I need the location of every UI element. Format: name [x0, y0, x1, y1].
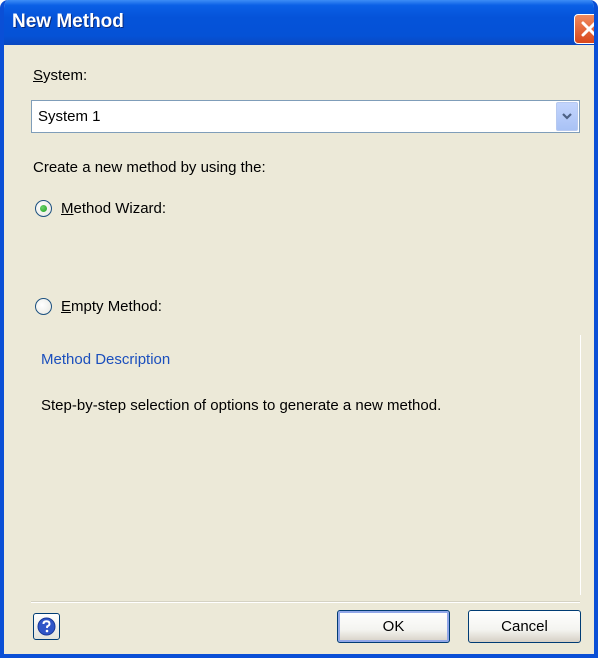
method-description-text: Step-by-step selection of options to gen… — [41, 397, 442, 414]
empty-method-label[interactable]: Empty Method: — [61, 298, 162, 315]
method-wizard-label[interactable]: Method Wizard: — [61, 200, 166, 217]
system-dropdown-button[interactable] — [556, 102, 578, 131]
system-label: System: — [33, 67, 88, 84]
new-method-dialog: New Method System: System 1 Create a new… — [0, 0, 598, 658]
help-icon — [37, 617, 56, 636]
close-icon — [581, 21, 594, 37]
ok-button[interactable]: OK — [337, 610, 450, 643]
system-select[interactable]: System 1 — [31, 100, 580, 133]
close-button[interactable] — [574, 14, 594, 44]
empty-method-radio[interactable] — [35, 298, 52, 315]
cancel-button[interactable]: Cancel — [468, 610, 581, 643]
footer-divider — [31, 601, 580, 603]
method-description-panel: Method Description Step-by-step selectio… — [31, 335, 581, 595]
window-title: New Method — [12, 11, 124, 32]
create-prompt-text: Create a new method by using the: — [33, 159, 266, 176]
dialog-content: System: System 1 Create a new method by … — [4, 45, 594, 654]
method-description-title: Method Description — [41, 351, 171, 368]
title-bar[interactable]: New Method — [4, 0, 594, 45]
method-wizard-radio[interactable] — [35, 200, 52, 217]
help-button[interactable] — [33, 613, 60, 640]
chevron-down-icon — [562, 113, 572, 120]
system-select-value: System 1 — [38, 108, 101, 125]
radio-selected-dot — [40, 205, 47, 212]
